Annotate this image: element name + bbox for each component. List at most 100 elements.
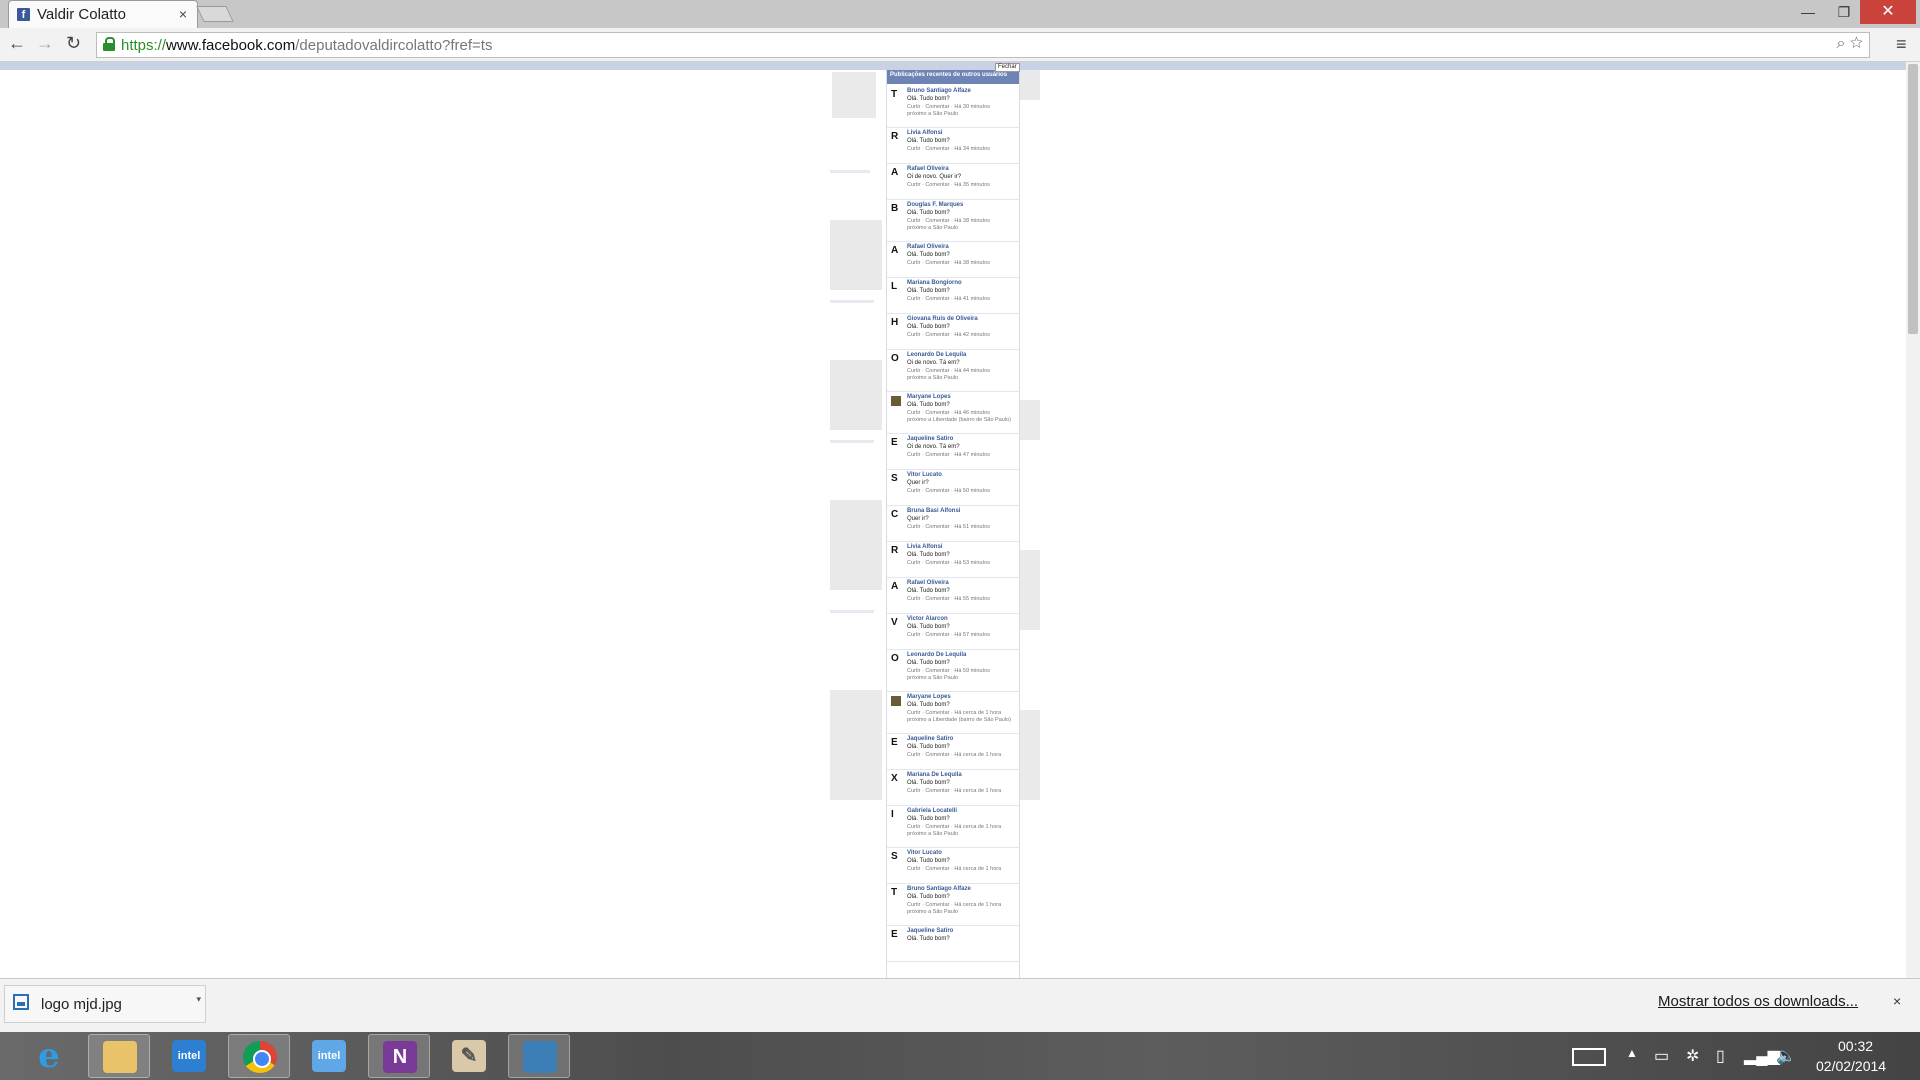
ticker-author-name[interactable]: Leonardo De Lequila	[907, 652, 966, 658]
ticker-avatar[interactable]: T	[891, 90, 901, 100]
address-bar[interactable]: https://www.facebook.com/deputadovaldirc…	[96, 32, 1870, 58]
ticker-item[interactable]: O Leonardo De Lequila Olá. Tudo bom? Curtir…	[887, 650, 1019, 692]
scrollbar-thumb[interactable]	[1908, 64, 1918, 334]
touch-keyboard-icon[interactable]	[1572, 1048, 1606, 1066]
taskbar-file-explorer[interactable]	[88, 1034, 150, 1078]
chrome-menu-icon[interactable]: ≡	[1896, 34, 1907, 55]
ticker-avatar[interactable]: A	[891, 246, 901, 256]
ticker-item[interactable]: E Jaqueline Satiro Oi de novo. Tá em? Curti…	[887, 434, 1019, 470]
ticker-author-name[interactable]: Giovana Ruis de Oliveira	[907, 316, 978, 322]
ticker-author-name[interactable]: Rafael Oliveira	[907, 166, 949, 172]
ticker-item[interactable]: V Victor Alarcon Olá. Tudo bom? Curtir · Co…	[887, 614, 1019, 650]
battery-icon[interactable]: ▯	[1716, 1046, 1725, 1066]
minimize-button[interactable]: —	[1792, 0, 1824, 24]
ticker-avatar[interactable]: R	[891, 132, 901, 142]
ticker-item[interactable]: O Leonardo De Lequila Oi de novo. Tá em? Cu…	[887, 350, 1019, 392]
close-window-button[interactable]: ✕	[1860, 0, 1916, 24]
ticker-avatar[interactable]: S	[891, 474, 901, 484]
ticker-close-button[interactable]: Fechar	[995, 63, 1020, 72]
ticker-avatar[interactable]: E	[891, 738, 901, 748]
ticker-item[interactable]: R Livia Alfonsi Olá. Tudo bom? Curtir · Com…	[887, 128, 1019, 164]
ticker-avatar[interactable]: V	[891, 618, 901, 628]
tab-close-icon[interactable]: ×	[179, 6, 187, 22]
ticker-author-name[interactable]: Jaqueline Satiro	[907, 736, 953, 742]
ticker-item[interactable]: A Rafael Oliveira Oi de novo. Quer ir? Curt…	[887, 164, 1019, 200]
ticker-post-meta[interactable]: Curtir · Comentar · Há 44 minutos	[907, 368, 990, 374]
ticker-author-name[interactable]: Mariana Bongiorno	[907, 280, 962, 286]
ticker-avatar[interactable]: B	[891, 204, 901, 214]
ticker-author-name[interactable]: Mariana De Lequila	[907, 772, 962, 778]
ticker-post-meta[interactable]: Curtir · Comentar · Há 30 minutos	[907, 104, 990, 110]
ticker-item[interactable]: C Bruna Basi Alfonsi Quer ir? Curtir · Come…	[887, 506, 1019, 542]
ticker-item[interactable]: T Bruno Santiago Alfaze Olá. Tudo bom? Curt…	[887, 86, 1019, 128]
taskbar-chrome[interactable]	[228, 1034, 290, 1078]
ticker-post-meta[interactable]: Curtir · Comentar · Há 50 minutos	[907, 488, 990, 494]
ticker-item[interactable]: Maryane Lopes Olá. Tudo bom? Curtir · Come…	[887, 692, 1019, 734]
ticker-item[interactable]: E Jaqueline Satiro Olá. Tudo bom?	[887, 926, 1019, 962]
ticker-avatar[interactable]: T	[891, 888, 901, 898]
ticker-post-meta[interactable]: Curtir · Comentar · Há 47 minutos	[907, 452, 990, 458]
taskbar-intel-app[interactable]: intel	[158, 1034, 220, 1078]
ticker-item[interactable]: A Rafael Oliveira Olá. Tudo bom? Curtir · C…	[887, 242, 1019, 278]
ticker-avatar[interactable]: I	[891, 810, 901, 820]
new-tab-button[interactable]	[196, 6, 234, 22]
ticker-author-name[interactable]: Rafael Oliveira	[907, 580, 949, 586]
page-scrollbar[interactable]	[1906, 62, 1920, 978]
ticker-avatar[interactable]	[891, 696, 901, 706]
ticker-item[interactable]: S Vitor Lucato Quer ir? Curtir · Comentar ·…	[887, 470, 1019, 506]
show-hidden-icons-icon[interactable]: ▲	[1626, 1046, 1638, 1060]
ticker-post-meta[interactable]: Curtir · Comentar · Há 53 minutos	[907, 560, 990, 566]
ticker-item[interactable]: B Douglas F. Marques Olá. Tudo bom? Curtir …	[887, 200, 1019, 242]
ticker-post-meta[interactable]: Curtir · Comentar · Há cerca de 1 hora	[907, 752, 1001, 758]
ticker-item[interactable]: H Giovana Ruis de Oliveira Olá. Tudo bom? C…	[887, 314, 1019, 350]
ticker-author-name[interactable]: Bruno Santiago Alfaze	[907, 886, 971, 892]
ticker-post-meta[interactable]: Curtir · Comentar · Há cerca de 1 hora	[907, 902, 1001, 908]
ticker-avatar[interactable]: O	[891, 354, 901, 364]
clock-time[interactable]: 00:32	[1838, 1038, 1873, 1054]
show-all-downloads-link[interactable]: Mostrar todos os downloads...	[1658, 993, 1858, 1010]
taskbar-paint[interactable]: ✎	[438, 1034, 500, 1078]
ticker-avatar[interactable]: O	[891, 654, 901, 664]
ticker-post-meta[interactable]: Curtir · Comentar · Há 46 minutos	[907, 410, 990, 416]
ticker-post-meta[interactable]: Curtir · Comentar · Há 35 minutos	[907, 182, 990, 188]
ticker-post-meta[interactable]: Curtir · Comentar · Há cerca de 1 hora	[907, 824, 1001, 830]
ticker-post-meta[interactable]: Curtir · Comentar · Há 38 minutos	[907, 218, 990, 224]
ticker-avatar[interactable]: L	[891, 282, 901, 292]
action-center-icon[interactable]: ▭	[1654, 1046, 1669, 1066]
ticker-post-meta[interactable]: Curtir · Comentar · Há 57 minutos	[907, 632, 990, 638]
ticker-item[interactable]: S Vitor Lucato Olá. Tudo bom? Curtir · Come…	[887, 848, 1019, 884]
ticker-post-meta[interactable]: Curtir · Comentar · Há cerca de 1 hora	[907, 866, 1001, 872]
ticker-avatar[interactable]	[891, 396, 901, 406]
close-download-shelf-icon[interactable]: ×	[1893, 993, 1901, 1009]
ticker-author-name[interactable]: Victor Alarcon	[907, 616, 948, 622]
ticker-author-name[interactable]: Leonardo De Lequila	[907, 352, 966, 358]
search-star-icons[interactable]: ⌕ ☆	[1837, 35, 1863, 53]
ticker-item[interactable]: A Rafael Oliveira Olá. Tudo bom? Curtir · C…	[887, 578, 1019, 614]
ticker-author-name[interactable]: Jaqueline Satiro	[907, 436, 953, 442]
ticker-item[interactable]: E Jaqueline Satiro Olá. Tudo bom? Curtir · …	[887, 734, 1019, 770]
back-arrow-icon[interactable]: ←	[8, 33, 26, 54]
ticker-post-meta[interactable]: Curtir · Comentar · Há cerca de 1 hora	[907, 788, 1001, 794]
browser-tab[interactable]: f Valdir Colatto ×	[8, 0, 198, 28]
ticker-avatar[interactable]: X	[891, 774, 901, 784]
ticker-post-meta[interactable]: Curtir · Comentar · Há 42 minutos	[907, 332, 990, 338]
ticker-avatar[interactable]: H	[891, 318, 901, 328]
ticker-post-meta[interactable]: Curtir · Comentar · Há 59 minutos	[907, 668, 990, 674]
ticker-post-meta[interactable]: Curtir · Comentar · Há 34 minutos	[907, 146, 990, 152]
ticker-item[interactable]: I Gabriela Locatelli Olá. Tudo bom? Curtir …	[887, 806, 1019, 848]
ticker-item[interactable]: T Bruno Santiago Alfaze Olá. Tudo bom? Curt…	[887, 884, 1019, 926]
ticker-item[interactable]: Maryane Lopes Olá. Tudo bom? Curtir · Come…	[887, 392, 1019, 434]
ticker-author-name[interactable]: Maryane Lopes	[907, 694, 951, 700]
taskbar-intel-graphics[interactable]: intel	[298, 1034, 360, 1078]
ticker-avatar[interactable]: A	[891, 168, 901, 178]
signal-icon[interactable]: ▂▄▆	[1744, 1046, 1780, 1066]
ticker-author-name[interactable]: Livia Alfonsi	[907, 544, 942, 550]
ticker-author-name[interactable]: Rafael Oliveira	[907, 244, 949, 250]
ticker-item[interactable]: R Livia Alfonsi Olá. Tudo bom? Curtir · Com…	[887, 542, 1019, 578]
ticker-post-meta[interactable]: Curtir · Comentar · Há 41 minutos	[907, 296, 990, 302]
ticker-avatar[interactable]: C	[891, 510, 901, 520]
ticker-author-name[interactable]: Vitor Lucato	[907, 850, 942, 856]
network-sharing-icon[interactable]: ✲	[1686, 1046, 1699, 1066]
ticker-author-name[interactable]: Jaqueline Satiro	[907, 928, 953, 934]
ticker-post-meta[interactable]: Curtir · Comentar · Há 51 minutos	[907, 524, 990, 530]
